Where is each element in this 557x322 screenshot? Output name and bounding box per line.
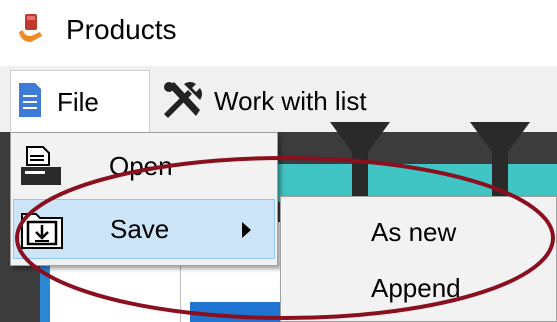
submenu-item-append[interactable]: Append (283, 261, 553, 317)
submenu-item-as-new-label: As new (371, 217, 457, 247)
file-menu-label: File (57, 87, 99, 117)
save-submenu: As new Append (280, 196, 557, 322)
title-bar: Products (0, 0, 557, 62)
menu-item-open-label: Open (109, 151, 173, 181)
tools-icon (164, 82, 202, 118)
open-printer-icon (21, 146, 61, 185)
funnel-icon (330, 122, 390, 202)
selected-grid-cell[interactable] (190, 302, 280, 322)
menu-item-save-label: Save (110, 214, 170, 244)
submenu-item-append-label: Append (371, 273, 461, 303)
menu-item-open[interactable]: Open (13, 137, 275, 197)
work-with-list-label: Work with list (214, 86, 367, 116)
app-icon (19, 14, 42, 42)
save-download-icon (21, 213, 63, 249)
document-icon (19, 83, 41, 117)
menu-item-save[interactable]: Save (13, 199, 275, 259)
funnel-icon (470, 122, 530, 202)
submenu-arrow-icon (242, 222, 251, 238)
window-title: Products (66, 14, 177, 45)
file-dropdown-menu: Open Save (10, 132, 278, 266)
submenu-item-as-new[interactable]: As new (283, 205, 553, 261)
file-menu-button[interactable]: File (10, 70, 150, 132)
